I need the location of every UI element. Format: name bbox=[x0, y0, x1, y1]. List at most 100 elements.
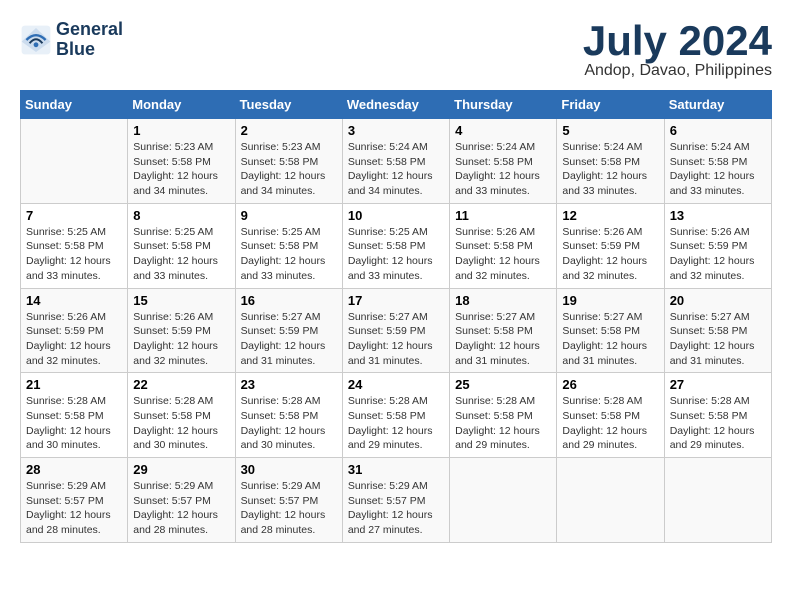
day-info: Sunrise: 5:29 AMSunset: 5:57 PMDaylight:… bbox=[241, 479, 337, 538]
calendar-cell: 11 Sunrise: 5:26 AMSunset: 5:58 PMDayligh… bbox=[450, 203, 557, 288]
calendar-cell: 17 Sunrise: 5:27 AMSunset: 5:59 PMDayligh… bbox=[342, 288, 449, 373]
day-number: 7 bbox=[26, 208, 122, 223]
day-number: 11 bbox=[455, 208, 551, 223]
calendar-cell: 8Sunrise: 5:25 AMSunset: 5:58 PMDaylight… bbox=[128, 203, 235, 288]
week-row-4: 21 Sunrise: 5:28 AMSunset: 5:58 PMDayligh… bbox=[21, 373, 772, 458]
day-number: 18 bbox=[455, 293, 551, 308]
day-info: Sunrise: 5:27 AMSunset: 5:58 PMDaylight:… bbox=[670, 310, 766, 369]
calendar-cell: 18Sunrise: 5:27 AMSunset: 5:58 PMDayligh… bbox=[450, 288, 557, 373]
calendar-cell: 6 Sunrise: 5:24 AMSunset: 5:58 PMDaylight… bbox=[664, 119, 771, 204]
day-info: Sunrise: 5:28 AMSunset: 5:58 PMDaylight:… bbox=[670, 394, 766, 453]
day-number: 13 bbox=[670, 208, 766, 223]
calendar-cell: 5 Sunrise: 5:24 AMSunset: 5:58 PMDaylight… bbox=[557, 119, 664, 204]
calendar-cell: 16Sunrise: 5:27 AMSunset: 5:59 PMDayligh… bbox=[235, 288, 342, 373]
day-info: Sunrise: 5:25 AMSunset: 5:58 PMDaylight:… bbox=[26, 225, 122, 284]
calendar-cell: 31 Sunrise: 5:29 AMSunset: 5:57 PMDayligh… bbox=[342, 458, 449, 543]
week-row-3: 14 Sunrise: 5:26 AMSunset: 5:59 PMDayligh… bbox=[21, 288, 772, 373]
day-info: Sunrise: 5:29 AMSunset: 5:57 PMDaylight:… bbox=[348, 479, 444, 538]
day-number: 10 bbox=[348, 208, 444, 223]
day-number: 3 bbox=[348, 123, 444, 138]
day-info: Sunrise: 5:28 AMSunset: 5:58 PMDaylight:… bbox=[133, 394, 229, 453]
calendar-cell: 20 Sunrise: 5:27 AMSunset: 5:58 PMDayligh… bbox=[664, 288, 771, 373]
location: Andop, Davao, Philippines bbox=[583, 62, 772, 80]
day-number: 29 bbox=[133, 462, 229, 477]
calendar-cell: 26Sunrise: 5:28 AMSunset: 5:58 PMDayligh… bbox=[557, 373, 664, 458]
calendar-cell: 1 Sunrise: 5:23 AMSunset: 5:58 PMDaylight… bbox=[128, 119, 235, 204]
day-number: 21 bbox=[26, 377, 122, 392]
title-block: July 2024 Andop, Davao, Philippines bbox=[583, 20, 772, 80]
day-info: Sunrise: 5:29 AMSunset: 5:57 PMDaylight:… bbox=[133, 479, 229, 538]
day-info: Sunrise: 5:28 AMSunset: 5:58 PMDaylight:… bbox=[455, 394, 551, 453]
calendar-cell: 2 Sunrise: 5:23 AMSunset: 5:58 PMDaylight… bbox=[235, 119, 342, 204]
day-info: Sunrise: 5:26 AMSunset: 5:59 PMDaylight:… bbox=[562, 225, 658, 284]
day-info: Sunrise: 5:24 AMSunset: 5:58 PMDaylight:… bbox=[670, 140, 766, 199]
day-number: 17 bbox=[348, 293, 444, 308]
day-number: 28 bbox=[26, 462, 122, 477]
day-info: Sunrise: 5:24 AMSunset: 5:58 PMDaylight:… bbox=[455, 140, 551, 199]
day-number: 6 bbox=[670, 123, 766, 138]
logo-text: General Blue bbox=[56, 20, 123, 60]
week-row-2: 7 Sunrise: 5:25 AMSunset: 5:58 PMDaylight… bbox=[21, 203, 772, 288]
day-info: Sunrise: 5:26 AMSunset: 5:59 PMDaylight:… bbox=[133, 310, 229, 369]
calendar-cell: 24 Sunrise: 5:28 AMSunset: 5:58 PMDayligh… bbox=[342, 373, 449, 458]
day-info: Sunrise: 5:25 AMSunset: 5:58 PMDaylight:… bbox=[241, 225, 337, 284]
day-header-sunday: Sunday bbox=[21, 91, 128, 119]
day-header-friday: Friday bbox=[557, 91, 664, 119]
day-number: 23 bbox=[241, 377, 337, 392]
day-number: 14 bbox=[26, 293, 122, 308]
calendar-cell: 30 Sunrise: 5:29 AMSunset: 5:57 PMDayligh… bbox=[235, 458, 342, 543]
day-number: 19 bbox=[562, 293, 658, 308]
day-number: 1 bbox=[133, 123, 229, 138]
page-header: General Blue July 2024 Andop, Davao, Phi… bbox=[20, 20, 772, 80]
day-header-thursday: Thursday bbox=[450, 91, 557, 119]
day-info: Sunrise: 5:24 AMSunset: 5:58 PMDaylight:… bbox=[348, 140, 444, 199]
logo: General Blue bbox=[20, 20, 123, 60]
day-number: 12 bbox=[562, 208, 658, 223]
day-info: Sunrise: 5:23 AMSunset: 5:58 PMDaylight:… bbox=[241, 140, 337, 199]
day-number: 20 bbox=[670, 293, 766, 308]
calendar-cell: 29 Sunrise: 5:29 AMSunset: 5:57 PMDayligh… bbox=[128, 458, 235, 543]
day-info: Sunrise: 5:23 AMSunset: 5:58 PMDaylight:… bbox=[133, 140, 229, 199]
day-info: Sunrise: 5:27 AMSunset: 5:59 PMDaylight:… bbox=[241, 310, 337, 369]
calendar-cell: 23 Sunrise: 5:28 AMSunset: 5:58 PMDayligh… bbox=[235, 373, 342, 458]
logo-icon bbox=[20, 24, 52, 56]
calendar-cell: 15Sunrise: 5:26 AMSunset: 5:59 PMDayligh… bbox=[128, 288, 235, 373]
day-info: Sunrise: 5:26 AMSunset: 5:58 PMDaylight:… bbox=[455, 225, 551, 284]
day-number: 2 bbox=[241, 123, 337, 138]
day-info: Sunrise: 5:28 AMSunset: 5:58 PMDaylight:… bbox=[562, 394, 658, 453]
day-info: Sunrise: 5:28 AMSunset: 5:58 PMDaylight:… bbox=[348, 394, 444, 453]
calendar-cell: 10 Sunrise: 5:25 AMSunset: 5:58 PMDayligh… bbox=[342, 203, 449, 288]
header-row: SundayMondayTuesdayWednesdayThursdayFrid… bbox=[21, 91, 772, 119]
day-number: 4 bbox=[455, 123, 551, 138]
day-info: Sunrise: 5:29 AMSunset: 5:57 PMDaylight:… bbox=[26, 479, 122, 538]
day-number: 24 bbox=[348, 377, 444, 392]
calendar-cell: 27Sunrise: 5:28 AMSunset: 5:58 PMDayligh… bbox=[664, 373, 771, 458]
day-header-tuesday: Tuesday bbox=[235, 91, 342, 119]
day-number: 31 bbox=[348, 462, 444, 477]
day-info: Sunrise: 5:24 AMSunset: 5:58 PMDaylight:… bbox=[562, 140, 658, 199]
calendar-cell: 19 Sunrise: 5:27 AMSunset: 5:58 PMDayligh… bbox=[557, 288, 664, 373]
day-info: Sunrise: 5:28 AMSunset: 5:58 PMDaylight:… bbox=[26, 394, 122, 453]
day-number: 5 bbox=[562, 123, 658, 138]
day-info: Sunrise: 5:28 AMSunset: 5:58 PMDaylight:… bbox=[241, 394, 337, 453]
day-info: Sunrise: 5:26 AMSunset: 5:59 PMDaylight:… bbox=[26, 310, 122, 369]
day-info: Sunrise: 5:27 AMSunset: 5:58 PMDaylight:… bbox=[562, 310, 658, 369]
calendar-cell: 12 Sunrise: 5:26 AMSunset: 5:59 PMDayligh… bbox=[557, 203, 664, 288]
month-title: July 2024 bbox=[583, 20, 772, 62]
day-info: Sunrise: 5:26 AMSunset: 5:59 PMDaylight:… bbox=[670, 225, 766, 284]
calendar-cell bbox=[21, 119, 128, 204]
calendar-cell: 22Sunrise: 5:28 AMSunset: 5:58 PMDayligh… bbox=[128, 373, 235, 458]
week-row-5: 28 Sunrise: 5:29 AMSunset: 5:57 PMDayligh… bbox=[21, 458, 772, 543]
day-number: 9 bbox=[241, 208, 337, 223]
day-number: 30 bbox=[241, 462, 337, 477]
calendar-cell: 28 Sunrise: 5:29 AMSunset: 5:57 PMDayligh… bbox=[21, 458, 128, 543]
day-number: 8 bbox=[133, 208, 229, 223]
week-row-1: 1 Sunrise: 5:23 AMSunset: 5:58 PMDaylight… bbox=[21, 119, 772, 204]
calendar-cell: 3 Sunrise: 5:24 AMSunset: 5:58 PMDaylight… bbox=[342, 119, 449, 204]
calendar-cell: 14 Sunrise: 5:26 AMSunset: 5:59 PMDayligh… bbox=[21, 288, 128, 373]
day-header-monday: Monday bbox=[128, 91, 235, 119]
day-number: 25 bbox=[455, 377, 551, 392]
day-info: Sunrise: 5:25 AMSunset: 5:58 PMDaylight:… bbox=[348, 225, 444, 284]
day-info: Sunrise: 5:27 AMSunset: 5:59 PMDaylight:… bbox=[348, 310, 444, 369]
calendar-cell: 25 Sunrise: 5:28 AMSunset: 5:58 PMDayligh… bbox=[450, 373, 557, 458]
